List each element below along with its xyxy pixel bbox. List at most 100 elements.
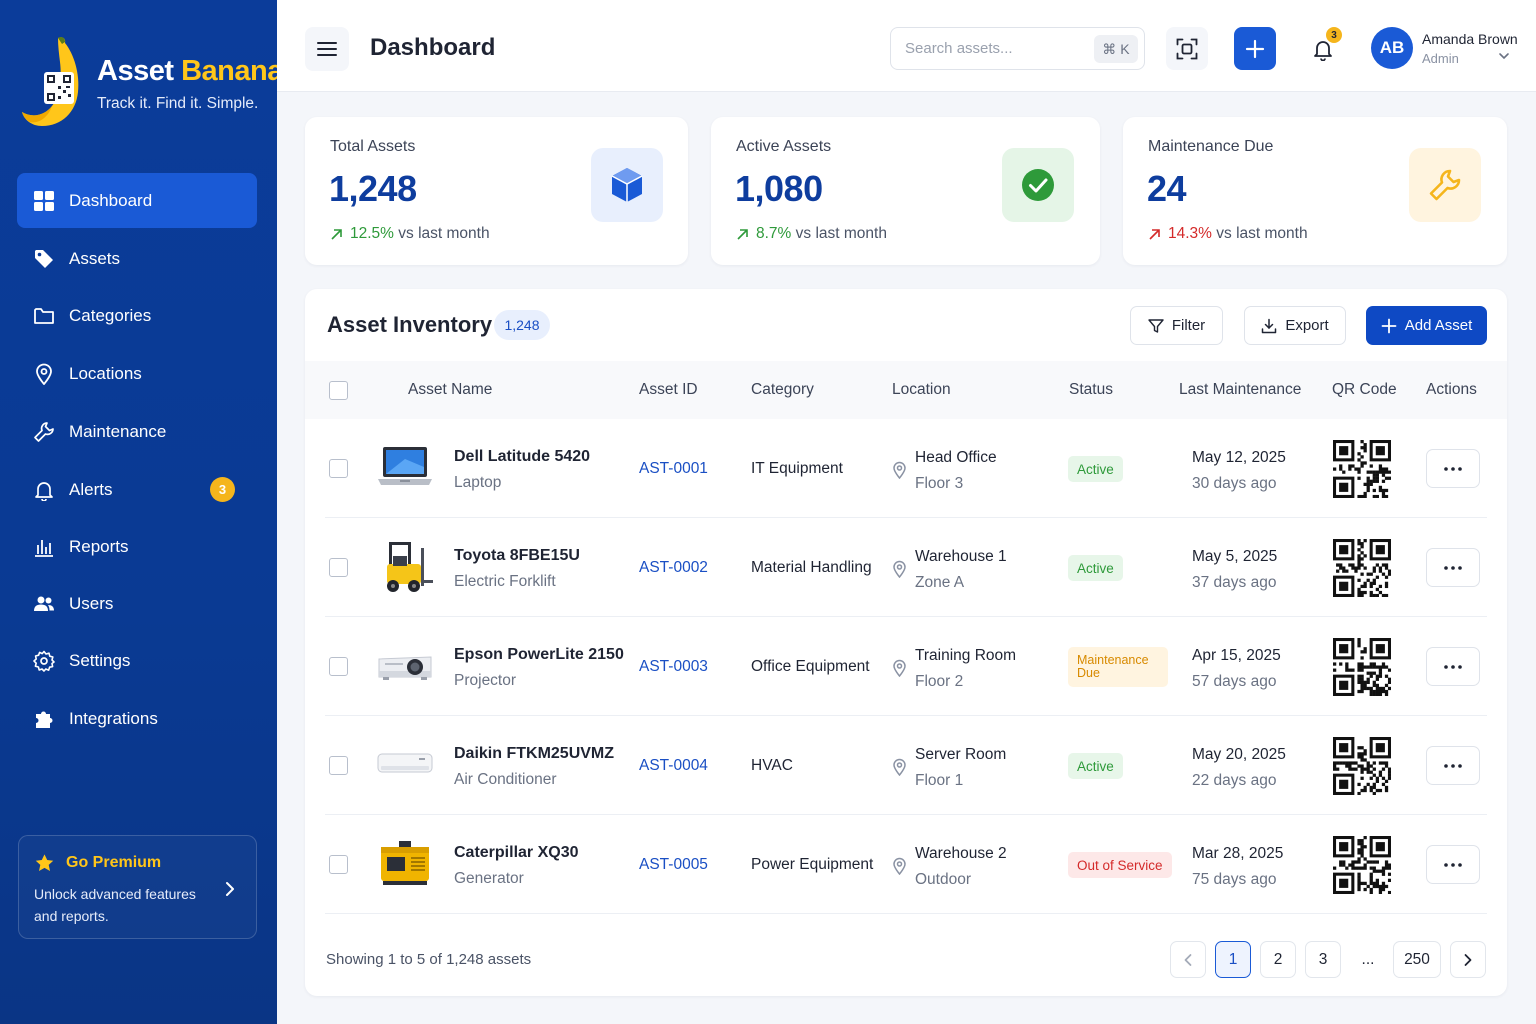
page-button-last[interactable]: 250 xyxy=(1393,941,1441,978)
table-row[interactable]: Daikin FTKM25UVMZ Air Conditioner AST-00… xyxy=(325,716,1487,815)
asset-type: Electric Forklift xyxy=(454,573,556,590)
page-button-2[interactable]: 2 xyxy=(1260,941,1296,978)
search-input[interactable] xyxy=(891,28,1081,69)
status-badge: Maintenance Due xyxy=(1068,647,1168,687)
asset-id-link[interactable]: AST-0003 xyxy=(639,658,708,676)
stat-card-active-assets: Active Assets 1,080 8.7% vs last month xyxy=(711,117,1100,265)
column-header[interactable]: Location xyxy=(892,381,951,399)
row-actions-button[interactable] xyxy=(1426,845,1480,884)
stat-value: 24 xyxy=(1147,168,1187,209)
table-row[interactable]: Epson PowerLite 2150 Projector AST-0003 … xyxy=(325,617,1487,716)
row-checkbox[interactable] xyxy=(329,657,348,676)
qr-code[interactable] xyxy=(1333,440,1391,498)
banana-qr-logo xyxy=(22,37,79,126)
row-checkbox[interactable] xyxy=(329,756,348,775)
asset-type: Air Conditioner xyxy=(454,771,557,788)
qr-code[interactable] xyxy=(1333,737,1391,795)
sidebar-item-settings[interactable]: Settings xyxy=(17,633,257,688)
filter-label: Filter xyxy=(1171,317,1206,334)
filter-button[interactable]: Filter xyxy=(1130,306,1223,345)
scan-icon xyxy=(1176,38,1198,59)
asset-category: Material Handling xyxy=(751,559,872,576)
scan-qr-button[interactable] xyxy=(1166,27,1208,70)
export-label: Export xyxy=(1285,317,1329,334)
qr-code[interactable] xyxy=(1333,638,1391,696)
stat-icon-box xyxy=(591,148,663,222)
stat-value: 1,080 xyxy=(735,168,823,209)
more-horizontal-icon xyxy=(1444,466,1462,471)
sidebar-item-integrations[interactable]: Integrations xyxy=(17,691,257,746)
row-actions-button[interactable] xyxy=(1426,746,1480,785)
previous-page-button[interactable] xyxy=(1170,941,1206,978)
user-name[interactable]: Amanda Brown xyxy=(1422,31,1518,47)
asset-id-link[interactable]: AST-0001 xyxy=(639,460,708,478)
sidebar-item-reports[interactable]: Reports xyxy=(17,519,257,574)
tag-icon xyxy=(35,249,53,268)
column-header[interactable]: Asset ID xyxy=(639,381,698,399)
chevron-down-icon[interactable] xyxy=(1498,50,1510,62)
asset-id-link[interactable]: AST-0005 xyxy=(639,856,708,874)
row-actions-button[interactable] xyxy=(1426,647,1480,686)
stat-change: 8.7% xyxy=(756,225,792,242)
last-maintenance-date: May 12, 2025 xyxy=(1192,449,1286,466)
table-row[interactable]: Dell Latitude 5420 Laptop AST-0001 IT Eq… xyxy=(325,419,1487,518)
menu-toggle-button[interactable] xyxy=(305,27,349,71)
asset-id-link[interactable]: AST-0002 xyxy=(639,559,708,577)
quick-add-button[interactable] xyxy=(1234,27,1276,70)
sidebar-item-categories[interactable]: Categories xyxy=(17,288,257,343)
more-horizontal-icon xyxy=(1444,862,1462,867)
select-all-checkbox[interactable] xyxy=(329,381,348,400)
row-checkbox[interactable] xyxy=(329,855,348,874)
sidebar-item-locations[interactable]: Locations xyxy=(17,346,257,401)
row-actions-button[interactable] xyxy=(1426,449,1480,488)
asset-name[interactable]: Toyota 8FBE15U xyxy=(454,547,580,565)
column-header[interactable]: Category xyxy=(751,381,814,399)
last-maintenance-ago: 37 days ago xyxy=(1192,574,1277,591)
map-pin-icon xyxy=(893,857,906,875)
qr-code[interactable] xyxy=(1333,539,1391,597)
pagination-summary: Showing 1 to 5 of 1,248 assets xyxy=(326,951,532,968)
row-checkbox[interactable] xyxy=(329,558,348,577)
avatar[interactable]: AB xyxy=(1371,27,1413,69)
next-page-button[interactable] xyxy=(1450,941,1486,978)
go-premium-card[interactable]: Go Premium Unlock advanced features and … xyxy=(18,835,257,939)
asset-name[interactable]: Dell Latitude 5420 xyxy=(454,448,590,466)
qr-code[interactable] xyxy=(1333,836,1391,894)
chevron-right-icon[interactable] xyxy=(222,880,238,898)
asset-name[interactable]: Caterpillar XQ30 xyxy=(454,844,579,862)
grid-icon xyxy=(34,190,54,211)
map-pin-icon xyxy=(36,363,52,385)
cube-icon xyxy=(611,168,643,202)
row-checkbox[interactable] xyxy=(329,459,348,478)
last-maintenance-date: Apr 15, 2025 xyxy=(1192,647,1281,664)
sidebar-item-users[interactable]: Users xyxy=(17,576,257,631)
column-header: Actions xyxy=(1426,381,1477,398)
asset-name[interactable]: Daikin FTKM25UVMZ xyxy=(454,745,614,763)
last-maintenance-ago: 30 days ago xyxy=(1192,475,1277,492)
column-header[interactable]: Asset Name xyxy=(408,381,492,399)
page-button-3[interactable]: 3 xyxy=(1305,941,1341,978)
sidebar-item-maintenance[interactable]: Maintenance xyxy=(17,404,257,459)
row-actions-button[interactable] xyxy=(1426,548,1480,587)
column-header[interactable]: Last Maintenance xyxy=(1179,381,1301,399)
export-button[interactable]: Export xyxy=(1244,306,1346,345)
premium-title: Go Premium xyxy=(66,854,162,871)
search-box: ⌘ K xyxy=(890,27,1145,70)
brand-name-part1: Asset xyxy=(97,55,174,87)
column-header[interactable]: Status xyxy=(1069,381,1113,399)
table-row[interactable]: Caterpillar XQ30 Generator AST-0005 Powe… xyxy=(325,815,1487,914)
asset-sublocation: Outdoor xyxy=(915,871,972,888)
table-header: Asset Name Asset ID Category Location St… xyxy=(305,361,1507,419)
stat-trend: 12.5% vs last month xyxy=(330,225,490,243)
sidebar-item-alerts[interactable]: Alerts 3 xyxy=(17,462,257,517)
stat-trend: 8.7% vs last month xyxy=(736,225,887,243)
asset-name[interactable]: Epson PowerLite 2150 xyxy=(454,646,624,664)
table-row[interactable]: Toyota 8FBE15U Electric Forklift AST-000… xyxy=(325,518,1487,617)
generator-image xyxy=(381,841,429,885)
user-role: Admin xyxy=(1422,51,1459,66)
add-asset-button[interactable]: Add Asset xyxy=(1366,306,1487,345)
sidebar-item-assets[interactable]: Assets xyxy=(17,231,257,286)
page-button-1[interactable]: 1 xyxy=(1215,941,1251,978)
asset-id-link[interactable]: AST-0004 xyxy=(639,757,708,775)
sidebar-item-dashboard[interactable]: Dashboard xyxy=(17,173,257,228)
